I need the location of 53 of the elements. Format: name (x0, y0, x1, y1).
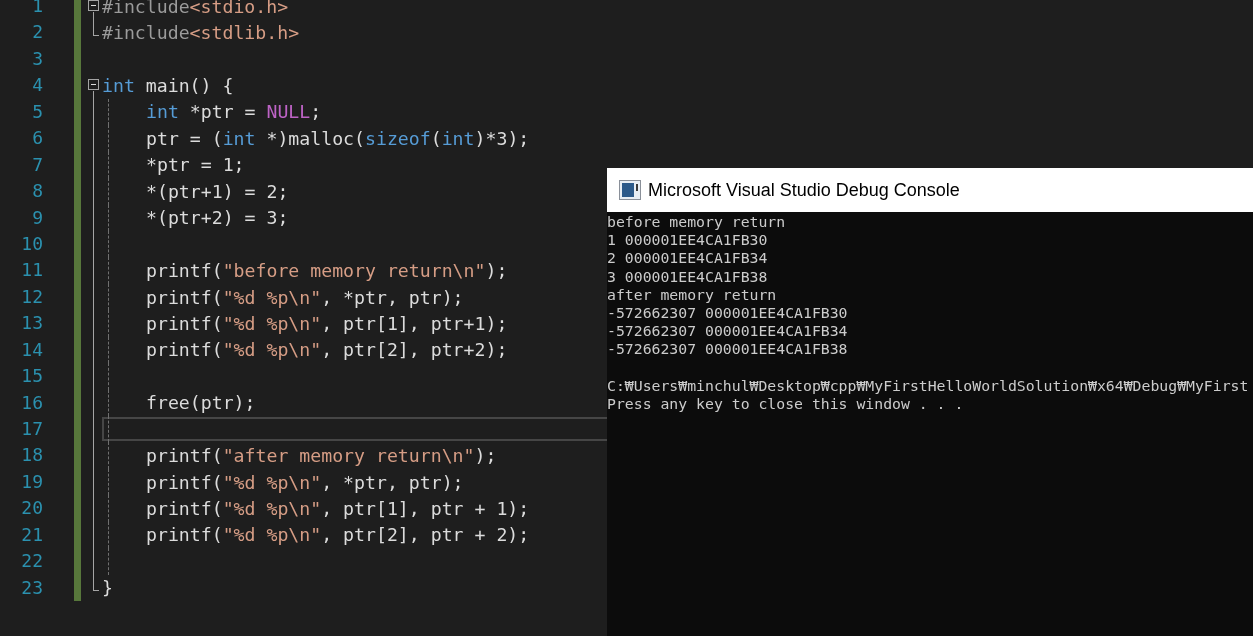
line-number: 6 (31, 126, 43, 151)
code-line: printf("%d %p\n", *ptr, ptr); (145, 471, 464, 493)
line-number: 4 (31, 73, 43, 98)
code-line: *(ptr+1) = 2; (145, 180, 289, 202)
line-number: 11 (20, 258, 43, 283)
line-number: 13 (20, 311, 43, 336)
code-line: printf("%d %p\n", ptr[2], ptr+2); (145, 339, 508, 361)
line-number: 14 (20, 337, 43, 362)
code-line: printf("%d %p\n", ptr[1], ptr + 1); (145, 498, 530, 520)
line-number: 3 (31, 46, 43, 71)
console-output-line: C:₩Users₩minchul₩Desktop₩cpp₩MyFirstHelloWorldSolution₩x64₩Debug₩MyFirst (607, 376, 1250, 395)
line-number: 18 (20, 443, 43, 468)
line-number: 7 (31, 152, 43, 177)
console-output-line: Press any key to close this window . . . (607, 395, 965, 414)
line-number: 10 (20, 231, 43, 256)
console-output-line: 1 000001EE4CA1FB30 (607, 231, 769, 250)
console-output-line: after memory return (607, 285, 778, 304)
console-output-line: 2 000001EE4CA1FB34 (607, 249, 769, 268)
console-output-line: 3 000001EE4CA1FB38 (607, 267, 769, 286)
code-line: printf("%d %p\n", ptr[2], ptr + 2); (145, 524, 530, 546)
code-line: printf("%d %p\n", *ptr, ptr); (145, 286, 464, 308)
line-number: 17 (20, 417, 43, 441)
collapse-icon[interactable] (88, 79, 99, 91)
line-number: 20 (20, 496, 43, 521)
console-app-icon (619, 180, 641, 200)
line-number: 19 (20, 469, 43, 494)
line-number: 8 (31, 179, 43, 204)
console-output-line: -572662307 000001EE4CA1FB30 (607, 304, 849, 323)
line-number: 2 (31, 20, 43, 45)
code-line: *ptr = 1; (145, 154, 245, 176)
code-line: *(ptr+2) = 3; (145, 207, 289, 229)
code-line: #include<stdlib.h> (102, 22, 300, 44)
line-number: 5 (31, 99, 43, 124)
line-number: 15 (20, 364, 43, 389)
code-line: int *ptr = NULL; (145, 101, 322, 123)
code-line: ptr = (int *)malloc(sizeof(int)*3); (145, 127, 530, 149)
code-line: } (102, 577, 113, 599)
line-number: 9 (31, 205, 43, 230)
code-line: printf("%d %p\n", ptr[1], ptr+1); (145, 312, 508, 334)
code-line: free(ptr); (145, 392, 256, 414)
line-number: 16 (20, 390, 43, 415)
collapse-icon[interactable] (88, 0, 99, 11)
console-output-line: -572662307 000001EE4CA1FB38 (607, 340, 849, 359)
line-number: 12 (20, 284, 43, 309)
console-output-line: -572662307 000001EE4CA1FB34 (607, 322, 849, 341)
line-number: 21 (20, 522, 43, 547)
window-title: Microsoft Visual Studio Debug Console (648, 179, 960, 201)
line-number: 22 (20, 549, 43, 574)
console-output-line: before memory return (607, 213, 787, 232)
code-line: printf("after memory return\n"); (145, 445, 497, 467)
line-number: 23 (20, 575, 43, 600)
code-line: printf("before memory return\n"); (145, 260, 508, 282)
code-line: int main() { (102, 75, 234, 97)
